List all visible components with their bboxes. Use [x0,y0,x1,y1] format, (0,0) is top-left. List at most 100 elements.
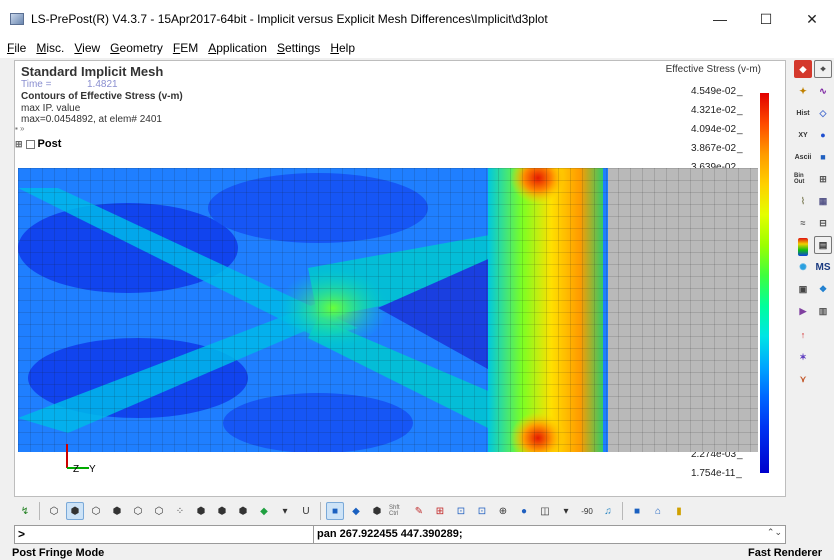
history-plot-icon[interactable]: Hist [794,104,812,122]
u-label: U [302,505,310,517]
mesh-grid-overlay [18,168,758,452]
zoom-in-icon[interactable]: ⊞ [431,502,449,520]
render-solid-icon[interactable]: ⬢ [213,502,231,520]
layout-icon[interactable]: ▥ [814,302,832,320]
anim-icon[interactable]: ♫ [599,502,617,520]
menu-view-key: V [74,41,83,55]
dropdown-arrow-icon[interactable]: ▾ [276,502,294,520]
render-shade-icon[interactable]: ⬢ [66,502,84,520]
spring-icon[interactable]: ⌇ [794,192,812,210]
vector-icon[interactable]: ↑ [794,326,812,344]
view-iso-icon[interactable]: ◆ [347,502,365,520]
render-fill-icon[interactable]: ⬢ [234,502,252,520]
maximize-button[interactable]: ☐ [743,0,789,38]
view-all-icon[interactable]: ⬢ [368,502,386,520]
ascii-icon[interactable]: Ascii [794,148,812,166]
menu-application-label: pplication [216,41,267,55]
tensor-icon[interactable]: ✶ [794,348,812,366]
menu-settings[interactable]: Settings [277,41,320,55]
menu-geometry[interactable]: Geometry [110,41,163,55]
shift-ctrl-toggle[interactable]: Shft Ctrl [389,502,407,520]
rotate-icon[interactable]: ⊕ [494,502,512,520]
legend-value: 4.321e-02 [691,105,759,116]
menu-geometry-key: G [110,41,120,55]
plot-icon[interactable]: ▮ [670,502,688,520]
expand-arrows-icon[interactable]: ▪ » [15,124,25,134]
menu-application[interactable]: Application [208,41,267,55]
render-hidden-icon[interactable]: ⬡ [129,502,147,520]
menu-fem[interactable]: FEM [173,41,198,55]
rotate-angle-value[interactable]: -90 [578,502,596,520]
ms-icon[interactable]: MS [814,258,832,276]
view-cube-icon[interactable]: ■ [326,502,344,520]
menu-file[interactable]: File [7,41,26,55]
arrow-right-icon[interactable]: ▶ [794,302,812,320]
cube-view-icon[interactable]: ■ [628,502,646,520]
max-value-label: max=0.0454892, at elem# 2401 [21,114,162,125]
table-icon[interactable]: ⊟ [814,214,832,232]
frame-icon[interactable]: ◫ [536,502,554,520]
menu-help[interactable]: Help [330,41,355,55]
solid-icon[interactable]: ■ [814,148,832,166]
post-tree-item[interactable]: ⊞ Post [15,138,61,150]
command-echo-text: pan 267.922455 447.390289; [317,528,463,540]
zoom-box-icon[interactable]: ⊡ [452,502,470,520]
settings-panel-icon[interactable]: ▤ [814,236,832,254]
window-title: LS-PrePost(R) V4.3.7 - 15Apr2017-64bit -… [31,12,548,26]
binout-icon[interactable]: Bin Out [794,170,812,188]
post-checkbox[interactable] [25,139,35,149]
u-toggle[interactable]: U [297,502,315,520]
plane-icon[interactable]: ◇ [814,104,832,122]
command-prompt: > [18,527,26,541]
xy-plot-icon[interactable]: XY [794,126,812,144]
fringe-component-icon[interactable]: ✦ [794,82,812,100]
max-ip-label: max IP. value [21,103,81,114]
axis-icon[interactable]: ⋎ [794,370,812,388]
time-value: 1.4821 [87,79,118,90]
selection-tool-icon[interactable]: ⌖ [814,60,832,78]
axis-triad-icon: Z Y [66,444,96,475]
menu-fem-label: EM [180,41,199,55]
menu-view[interactable]: View [74,41,100,55]
spinner-icon[interactable]: ⌃⌄ [767,527,782,538]
grid-icon[interactable]: ▦ [814,192,832,210]
mesh-icon[interactable]: ⊞ [814,170,832,188]
wave-icon[interactable]: ≈ [794,214,812,232]
bottom-toolbar: ↯ ⬡ ⬢ ⬡ ⬢ ⬡ ⬡ ⁘ ⬢ ⬢ ⬢ ◆ ▾ U ■ ◆ ⬢ Shft C… [14,499,786,523]
assembly-icon[interactable]: ❖ [814,280,832,298]
center-icon[interactable]: ● [515,502,533,520]
curve-icon[interactable]: ∿ [814,82,832,100]
legend-value: 1.754e-11 [691,468,759,479]
home-icon[interactable]: ⌂ [649,502,667,520]
render-mesh-icon[interactable]: ⬢ [108,502,126,520]
command-input[interactable] [29,527,313,542]
status-bar: Post Fringe Mode Fast Renderer [0,545,834,560]
menu-misc[interactable]: Misc. [36,41,64,55]
render-grid-icon[interactable]: ⬢ [192,502,210,520]
sphere-icon[interactable]: ● [814,126,832,144]
graphics-viewport[interactable]: Standard Implicit Mesh Time = 1.4821 Con… [14,60,786,497]
particle-icon[interactable]: ✺ [794,258,812,276]
close-button[interactable]: ✕ [789,0,834,38]
app-window: LS-PrePost(R) V4.3.7 - 15Apr2017-64bit -… [0,0,834,560]
render-feature-icon[interactable]: ⬡ [150,502,168,520]
dropdown-arrow-icon[interactable]: ▾ [557,502,575,520]
status-renderer: Fast Renderer [748,546,822,559]
axis-z-label: Z [73,464,79,475]
image-icon[interactable]: ▣ [794,280,812,298]
pick-tool-icon[interactable]: ✎ [410,502,428,520]
fringe-toggle-icon[interactable]: ↯ [16,502,34,520]
fringe-mode-icon[interactable]: ◆ [255,502,273,520]
render-dots-icon[interactable]: ⁘ [171,502,189,520]
minimize-button[interactable]: — [697,0,743,38]
fringe-range-icon[interactable] [798,238,808,256]
fringe-mesh-plot[interactable] [18,168,758,452]
render-edge-icon[interactable]: ⬡ [87,502,105,520]
zoom-window-icon[interactable]: ⊡ [473,502,491,520]
model-cube-icon[interactable]: ◆ [794,60,812,78]
command-row: > pan 267.922455 447.390289; ⌃⌄ [14,525,786,544]
render-wire-icon[interactable]: ⬡ [45,502,63,520]
legend-title: Effective Stress (v-m) [665,64,761,75]
toolbar-separator [320,502,321,520]
tree-expand-icon[interactable]: ⊞ [15,139,23,150]
